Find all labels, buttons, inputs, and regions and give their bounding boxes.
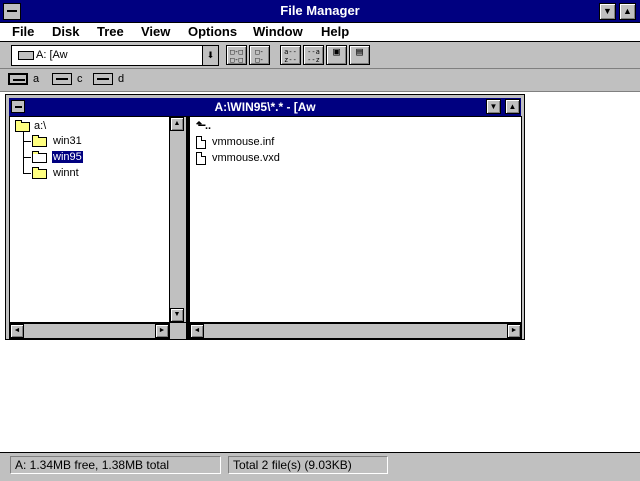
maximize-button[interactable]: ▲ [619, 3, 636, 20]
folder-open-icon [15, 120, 30, 132]
floppy-drive-icon [18, 51, 34, 60]
title-bar: File Manager ▼ ▲ [0, 0, 640, 23]
hard-drive-icon [52, 73, 72, 85]
drive-c[interactable]: c [52, 72, 87, 87]
folder-icon [32, 167, 47, 179]
sort-by-name-button[interactable]: a-- z-- [280, 45, 301, 65]
folder-open-icon [32, 151, 47, 163]
document-icon [196, 136, 206, 149]
toolbar: A: [Aw ⬇ □-□ □-□ □- □- a-- z-- --a --z ▣… [0, 42, 640, 69]
directory-window-title: A:\WIN95\*.* - [Aw [214, 100, 316, 114]
drive-selector-value: A: [Aw [36, 49, 68, 61]
window-title: File Manager [280, 3, 360, 18]
connect-network-drive-button[interactable]: □-□ □-□ [226, 45, 247, 65]
menu-help[interactable]: Help [321, 24, 349, 39]
menu-bar: File Disk Tree View Options Window Help [0, 23, 640, 42]
scroll-left-button[interactable]: ◄ [10, 324, 24, 338]
scroll-right-button[interactable]: ► [155, 324, 169, 338]
directory-window: A:\WIN95\*.* - [Aw ▼ ▲ a:\ win31 win95 w… [5, 94, 525, 340]
drive-selector[interactable]: A: [Aw ⬇ [11, 45, 219, 66]
tree-item-label: a:\ [34, 120, 47, 132]
drive-d[interactable]: d [93, 72, 128, 87]
scroll-right-button[interactable]: ► [507, 324, 521, 338]
drive-label: a [33, 73, 40, 85]
directory-tree[interactable]: a:\ win31 win95 winnt [9, 116, 170, 323]
menu-options[interactable]: Options [188, 24, 237, 39]
free-space-status: A: 1.34MB free, 1.38MB total [10, 456, 221, 474]
tree-item-label: win95 [52, 151, 83, 163]
status-bar: A: 1.34MB free, 1.38MB total Total 2 fil… [0, 452, 640, 481]
folder-icon [32, 135, 47, 147]
directory-window-caption: A:\WIN95\*.* - [Aw ▼ ▲ [9, 98, 521, 116]
child-maximize-button[interactable]: ▲ [505, 99, 520, 114]
sort-by-type-button[interactable]: --a --z [303, 45, 324, 65]
drive-bar: a c d [0, 69, 640, 92]
file-name: vmmouse.vxd [212, 152, 280, 164]
cdrom-drive-icon [93, 73, 113, 85]
file-list[interactable]: ⬑ .. vmmouse.inf vmmouse.vxd [189, 116, 522, 323]
menu-view[interactable]: View [141, 24, 170, 39]
scroll-left-button[interactable]: ◄ [190, 324, 204, 338]
file-total-status: Total 2 file(s) (9.03KB) [228, 456, 388, 474]
drive-a[interactable]: a [8, 72, 48, 87]
tree-item-label: win31 [53, 135, 82, 147]
tree-vertical-scrollbar[interactable]: ▲ ▼ [170, 116, 186, 323]
scroll-down-button[interactable]: ▼ [170, 308, 184, 322]
tree-horizontal-scrollbar[interactable]: ◄ ► [9, 323, 170, 339]
drive-label: c [77, 73, 83, 85]
file-name: vmmouse.inf [212, 136, 275, 148]
document-icon [196, 152, 206, 165]
drive-label: d [118, 73, 125, 85]
disconnect-network-drive-button[interactable]: □- □- [249, 45, 270, 65]
dropdown-arrow-icon[interactable]: ⬇ [202, 46, 218, 65]
menu-file[interactable]: File [12, 24, 34, 39]
menu-disk[interactable]: Disk [52, 24, 79, 39]
file-horizontal-scrollbar[interactable]: ◄ ► [189, 323, 522, 339]
child-minimize-button[interactable]: ▼ [486, 99, 501, 114]
floppy-drive-icon [8, 73, 28, 85]
properties-button[interactable]: ▤ [349, 45, 370, 65]
minimize-button[interactable]: ▼ [599, 3, 616, 20]
scroll-up-button[interactable]: ▲ [170, 117, 184, 131]
tree-item-label: winnt [53, 167, 79, 179]
new-window-button[interactable]: ▣ [326, 45, 347, 65]
menu-window[interactable]: Window [253, 24, 303, 39]
menu-tree[interactable]: Tree [97, 24, 124, 39]
parent-directory-label: .. [205, 120, 212, 132]
